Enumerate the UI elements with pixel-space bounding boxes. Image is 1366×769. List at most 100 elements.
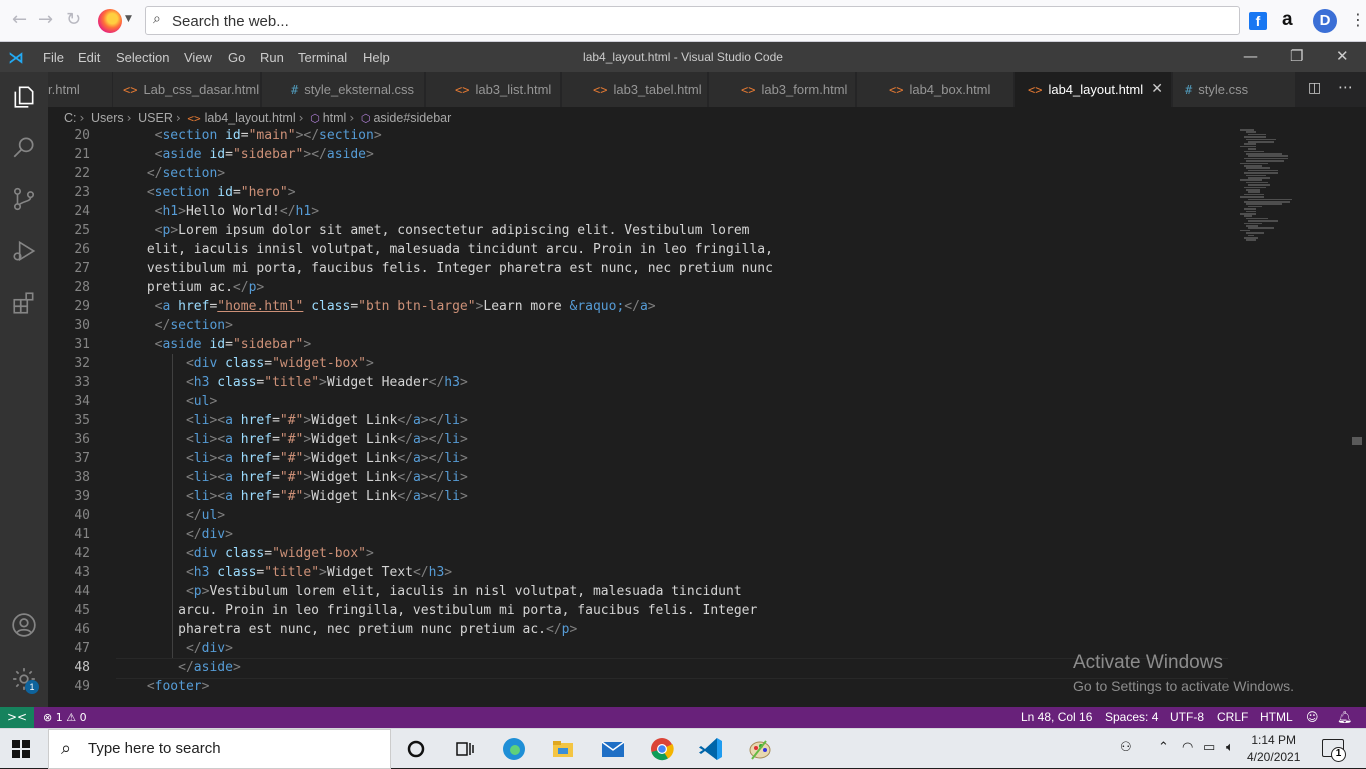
code-line[interactable]: 32 <div class="widget-box">: [48, 354, 1228, 373]
menu-go[interactable]: Go: [228, 50, 245, 65]
code-line[interactable]: 24 <h1>Hello World!</h1>: [48, 202, 1228, 221]
reload-icon[interactable]: ↻: [66, 9, 81, 30]
menu-selection[interactable]: Selection: [116, 50, 169, 65]
task-view-icon[interactable]: [450, 735, 478, 763]
code-line[interactable]: 27 vestibulum mi porta, faucibus felis. …: [48, 259, 1228, 278]
tab-lab-css-dasar[interactable]: <> Lab_css_dasar.html: [113, 72, 261, 107]
code-line[interactable]: 49 <footer>: [48, 677, 1228, 696]
battery-icon[interactable]: ▭: [1203, 740, 1215, 755]
more-actions-icon[interactable]: ⋯: [1338, 78, 1353, 96]
code-line[interactable]: 45 arcu. Proin in leo fringilla, vestibu…: [48, 601, 1228, 620]
explorer-icon[interactable]: [11, 84, 37, 110]
wifi-icon[interactable]: ◠: [1182, 740, 1193, 755]
code-line[interactable]: 34 <ul>: [48, 392, 1228, 411]
code-line[interactable]: 30 </section>: [48, 316, 1228, 335]
breadcrumb-file[interactable]: lab4_layout.html: [205, 111, 296, 125]
breadcrumb-drive[interactable]: C:: [64, 111, 77, 125]
code-line[interactable]: 37 <li><a href="#">Widget Link</a></li>: [48, 449, 1228, 468]
code-line[interactable]: 36 <li><a href="#">Widget Link</a></li>: [48, 430, 1228, 449]
encoding-status[interactable]: UTF-8: [1170, 707, 1204, 728]
code-line[interactable]: 40 </ul>: [48, 506, 1228, 525]
code-line[interactable]: 35 <li><a href="#">Widget Link</a></li>: [48, 411, 1228, 430]
web-search-input[interactable]: [172, 11, 1072, 31]
code-line[interactable]: 46 pharetra est nunc, nec pretium nunc p…: [48, 620, 1228, 639]
menu-terminal[interactable]: Terminal: [298, 50, 347, 65]
menu-help[interactable]: Help: [363, 50, 390, 65]
minimap[interactable]: [1236, 129, 1348, 249]
menu-run[interactable]: Run: [260, 50, 284, 65]
file-explorer-icon[interactable]: [549, 735, 577, 763]
code-line[interactable]: 29 <a href="home.html" class="btn btn-la…: [48, 297, 1228, 316]
code-line[interactable]: 43 <h3 class="title">Widget Text</h3>: [48, 563, 1228, 582]
search-icon[interactable]: [11, 134, 37, 160]
code-line[interactable]: 23 <section id="hero">: [48, 183, 1228, 202]
close-window-button[interactable]: ✕: [1336, 47, 1349, 65]
breadcrumb-html[interactable]: html: [323, 111, 347, 125]
edge-icon[interactable]: [500, 735, 528, 763]
code-line[interactable]: 31 <aside id="sidebar">: [48, 335, 1228, 354]
notifications-bell-icon[interactable]: 🔔︎: [1337, 707, 1352, 728]
vscode-taskbar-icon[interactable]: [697, 735, 725, 763]
tab-lab3-tabel[interactable]: <> lab3_tabel.html: [562, 72, 708, 107]
tab-style-css[interactable]: # style.css: [1173, 72, 1296, 107]
forward-icon[interactable]: →: [38, 9, 53, 30]
chrome-icon[interactable]: [648, 735, 676, 763]
code-line[interactable]: 28 pretium ac.</p>: [48, 278, 1228, 297]
code-line[interactable]: 38 <li><a href="#">Widget Link</a></li>: [48, 468, 1228, 487]
code-line[interactable]: 21 <aside id="sidebar"></aside>: [48, 145, 1228, 164]
paint-icon[interactable]: [746, 735, 774, 763]
tab-style-eksternal[interactable]: # style_eksternal.css: [262, 72, 425, 107]
split-editor-icon[interactable]: ◫: [1308, 80, 1321, 96]
indentation-status[interactable]: Spaces: 4: [1105, 707, 1158, 728]
mail-icon[interactable]: [599, 735, 627, 763]
tab-lab3-form[interactable]: <> lab3_form.html: [709, 72, 856, 107]
windows-start-icon[interactable]: [12, 740, 30, 758]
d-extension-icon[interactable]: D: [1313, 9, 1337, 33]
tab-lab4-layout[interactable]: <> lab4_layout.html ✕: [1015, 72, 1172, 107]
volume-icon[interactable]: 🔈︎: [1226, 740, 1234, 755]
code-line[interactable]: 39 <li><a href="#">Widget Link</a></li>: [48, 487, 1228, 506]
code-line[interactable]: 25 <p>Lorem ipsum dolor sit amet, consec…: [48, 221, 1228, 240]
people-icon[interactable]: ⚇: [1120, 740, 1132, 755]
feedback-icon[interactable]: ☺: [1306, 707, 1319, 728]
tab-lab3-list[interactable]: <> lab3_list.html: [426, 72, 561, 107]
menu-view[interactable]: View: [184, 50, 212, 65]
facebook-extension-icon[interactable]: f: [1249, 12, 1267, 30]
eol-status[interactable]: CRLF: [1217, 707, 1248, 728]
back-icon[interactable]: ←: [12, 9, 27, 30]
breadcrumb-aside[interactable]: aside#sidebar: [373, 111, 451, 125]
problems-indicator[interactable]: ⊗ 1 ⚠ 0: [43, 707, 87, 728]
web-search-box[interactable]: ⌕: [145, 6, 1240, 35]
language-mode[interactable]: HTML: [1260, 707, 1293, 728]
code-line[interactable]: 44 <p>Vestibulum lorem elit, iaculis in …: [48, 582, 1228, 601]
taskbar-search-input[interactable]: [88, 740, 378, 757]
code-line[interactable]: 20 <section id="main"></section>: [48, 129, 1228, 145]
minimize-button[interactable]: —: [1243, 47, 1258, 65]
breadcrumb-user[interactable]: USER: [138, 111, 173, 125]
close-tab-icon[interactable]: ✕: [1151, 72, 1163, 107]
menu-edit[interactable]: Edit: [78, 50, 100, 65]
firefox-logo-icon[interactable]: [98, 9, 122, 33]
code-line[interactable]: 42 <div class="widget-box">: [48, 544, 1228, 563]
chevron-down-icon[interactable]: ▼: [125, 14, 132, 24]
scrollbar-thumb[interactable]: [1352, 437, 1362, 445]
code-line[interactable]: 41 </div>: [48, 525, 1228, 544]
cursor-position[interactable]: Ln 48, Col 16: [1021, 707, 1092, 728]
amazon-extension-icon[interactable]: a: [1282, 9, 1293, 31]
taskbar-search-box[interactable]: ⌕: [48, 729, 391, 769]
cortana-icon[interactable]: [402, 735, 430, 763]
account-icon[interactable]: [11, 612, 37, 638]
tab-r-html[interactable]: r.html: [48, 72, 113, 107]
menu-file[interactable]: File: [43, 50, 64, 65]
code-line[interactable]: 47 </div>: [48, 639, 1228, 658]
tab-lab4-box[interactable]: <> lab4_box.html: [857, 72, 1014, 107]
run-debug-icon[interactable]: [11, 238, 37, 264]
code-line[interactable]: 26 elit, iaculis innisl volutpat, malesu…: [48, 240, 1228, 259]
code-line[interactable]: 48 </aside>: [48, 658, 1228, 679]
code-line[interactable]: 22 </section>: [48, 164, 1228, 183]
remote-indicator[interactable]: ><: [0, 707, 34, 728]
breadcrumb-users[interactable]: Users: [91, 111, 124, 125]
overflow-menu-icon[interactable]: ⋮: [1350, 10, 1366, 29]
extensions-icon[interactable]: [11, 290, 37, 316]
chevron-up-icon[interactable]: ⌃: [1158, 740, 1169, 755]
